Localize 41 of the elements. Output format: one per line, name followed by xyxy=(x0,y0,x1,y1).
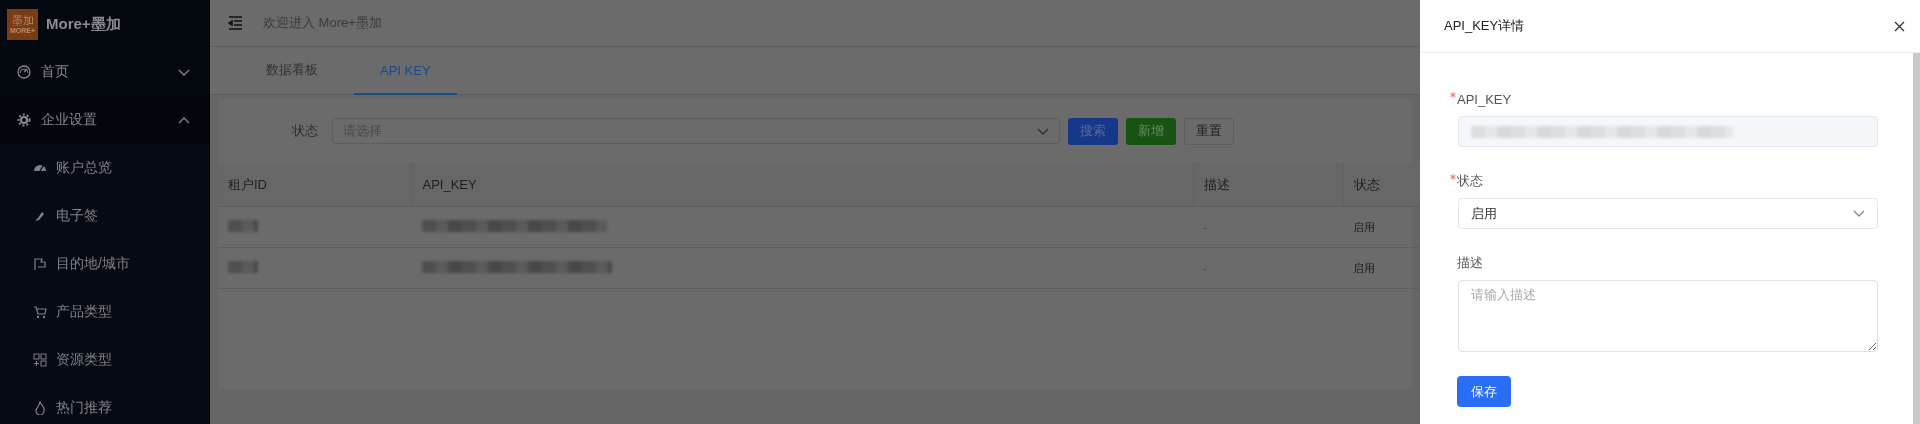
column-header: 租户ID xyxy=(218,163,412,207)
field-label: 描述 xyxy=(1457,254,1483,272)
chevron-down-icon xyxy=(1853,209,1865,218)
table-cell: - xyxy=(1193,206,1343,248)
cart-icon xyxy=(33,305,47,319)
submenu-item[interactable]: 资源类型 xyxy=(0,336,210,384)
grid-icon xyxy=(33,353,47,367)
submenu-item[interactable]: 热门推荐 xyxy=(0,384,210,424)
settings-icon xyxy=(17,113,31,127)
field-label: 状态 xyxy=(292,122,318,140)
table-cell: - xyxy=(1193,247,1343,289)
scrollbar[interactable] xyxy=(1913,53,1920,424)
gauge-icon xyxy=(17,65,31,79)
menu-icon xyxy=(228,15,243,31)
column-header: API_KEY xyxy=(412,163,1193,207)
pen-icon xyxy=(33,209,47,223)
chevron-down-icon xyxy=(178,67,190,77)
select-field[interactable]: 启用 xyxy=(1458,198,1878,229)
flame-icon xyxy=(33,401,47,415)
close-icon xyxy=(1894,20,1905,32)
flag-icon xyxy=(33,257,47,271)
column-header: 状态 xyxy=(1343,163,1420,207)
submenu-item[interactable]: 目的地/城市 xyxy=(0,240,210,288)
required-icon xyxy=(1450,174,1456,180)
save-button[interactable]: 保存 xyxy=(1457,376,1511,407)
chevron-up-icon xyxy=(178,115,190,125)
submenu-item[interactable]: 账户总览 xyxy=(0,144,210,192)
submenu-item[interactable]: 产品类型 xyxy=(0,288,210,336)
blurred-value xyxy=(228,220,258,232)
chevron-down-icon xyxy=(1037,126,1049,136)
menu-item[interactable]: 首页 xyxy=(0,48,210,96)
textarea-field[interactable]: 请输入描述 xyxy=(1458,280,1878,352)
required-icon xyxy=(1450,92,1456,98)
reset-button[interactable]: 重置 xyxy=(1184,117,1234,145)
column-header: 描述 xyxy=(1193,163,1343,207)
blurred-value xyxy=(228,261,258,273)
drawer-title: API_KEY详情 xyxy=(1444,17,1525,35)
field-label: API_KEY xyxy=(1457,91,1512,107)
field-label: 状态 xyxy=(1457,172,1483,190)
brand-name: More+墨加 xyxy=(46,14,121,34)
submenu-item[interactable]: 电子签 xyxy=(0,192,210,240)
